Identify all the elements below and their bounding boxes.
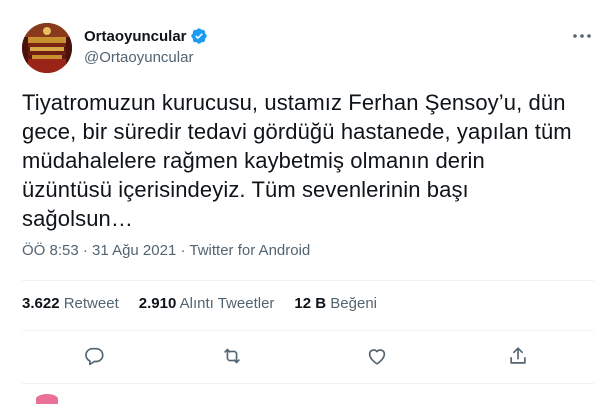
author-display-name[interactable]: Ortaoyuncular	[84, 28, 187, 45]
reply-icon[interactable]	[82, 344, 106, 368]
tweet-text-line: sağolsun…	[22, 206, 133, 231]
tweet-date[interactable]: 31 Ağu 2021	[92, 242, 176, 259]
tweet-detail: Ortaoyuncular @Ortaoyuncular Tiyatromuzu…	[0, 0, 616, 404]
divider	[22, 383, 594, 384]
tweet-header: Ortaoyuncular @Ortaoyuncular	[22, 22, 594, 74]
like-label: Beğeni	[330, 295, 377, 312]
quote-label: Alıntı Tweetler	[179, 295, 275, 312]
heart-icon[interactable]	[365, 344, 389, 368]
tweet-time[interactable]: ÖÖ 8:53	[22, 242, 79, 259]
share-icon[interactable]	[506, 344, 530, 368]
more-dots-icon[interactable]	[570, 26, 594, 46]
verified-badge-icon	[190, 27, 208, 45]
like-count-link[interactable]: 12 B Beğeni	[294, 295, 377, 312]
tweet-source[interactable]: Twitter for Android	[189, 242, 310, 259]
author-names: Ortaoyuncular @Ortaoyuncular	[84, 26, 208, 66]
tweet-stats: 3.622 Retweet 2.910 Alıntı Tweetler 12 B…	[22, 295, 397, 312]
tweet-text-line: üzüntüsü içerisindeyiz. Tüm sevenlerinin…	[22, 177, 469, 202]
theater-avatar-icon	[22, 23, 72, 73]
meta-separator: ·	[78, 242, 93, 259]
tweet-actions	[22, 344, 594, 368]
like-count: 12 B	[294, 295, 327, 312]
retweet-icon[interactable]	[220, 344, 244, 368]
meta-separator: ·	[176, 242, 190, 259]
retweet-count: 3.622	[22, 295, 60, 312]
quote-count: 2.910	[138, 295, 177, 312]
author-handle[interactable]: @Ortaoyuncular	[84, 49, 208, 66]
retweet-label: Retweet	[63, 295, 119, 312]
author-avatar[interactable]	[22, 23, 72, 73]
tweet-text-line: müdahalelere rağmen kaybetmiş olmanın de…	[22, 148, 485, 173]
next-reply-avatar	[36, 394, 58, 404]
divider	[22, 330, 594, 331]
tweet-text-line: gece, bir süredir tedavi gördüğü hastane…	[22, 119, 572, 144]
tweet-text: Tiyatromuzun kurucusu, ustamız Ferhan Şe…	[22, 88, 600, 233]
tweet-text-line: Tiyatromuzun kurucusu, ustamız Ferhan Şe…	[22, 90, 566, 115]
divider	[22, 280, 594, 281]
tweet-meta: ÖÖ 8:53 · 31 Ağu 2021 · Twitter for Andr…	[22, 242, 310, 259]
quote-count-link[interactable]: 2.910 Alıntı Tweetler	[139, 295, 275, 312]
retweet-count-link[interactable]: 3.622 Retweet	[22, 295, 119, 312]
